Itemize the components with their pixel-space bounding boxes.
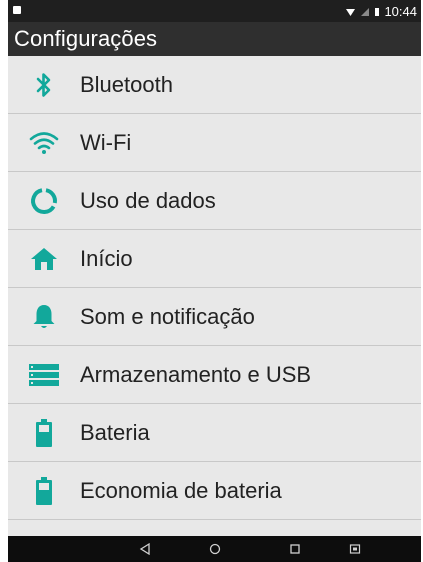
- settings-item-wifi[interactable]: Wi-Fi: [8, 114, 421, 172]
- notification-icon: [13, 6, 21, 14]
- status-time: 10:44: [384, 3, 417, 19]
- back-icon[interactable]: [138, 542, 152, 556]
- settings-item-label: Bluetooth: [80, 72, 173, 97]
- settings-list: Bluetooth Wi-Fi Uso de dados Início Som …: [8, 56, 421, 529]
- settings-item-label: Bateria: [80, 420, 150, 445]
- settings-item-label: Wi-Fi: [80, 130, 132, 155]
- battery-icon: [28, 417, 60, 449]
- screenshot-icon[interactable]: [348, 542, 362, 556]
- signal-icon: [361, 7, 370, 16]
- bell-icon: [28, 301, 60, 333]
- settings-item-home[interactable]: Início: [8, 230, 421, 288]
- settings-item-label: Armazenamento e USB: [80, 362, 312, 387]
- data-usage-icon: [28, 185, 60, 217]
- home-icon: [28, 243, 60, 275]
- settings-item-battery-saver[interactable]: Economia de bateria: [8, 462, 421, 520]
- navigation-bar: [8, 536, 421, 562]
- bluetooth-icon: [28, 69, 60, 101]
- settings-item-label: Uso de dados: [80, 188, 216, 213]
- page-title: Configurações: [14, 26, 158, 51]
- settings-item-label: Economia de bateria: [80, 478, 282, 503]
- settings-item-data-usage[interactable]: Uso de dados: [8, 172, 421, 230]
- settings-item-storage[interactable]: Armazenamento e USB: [8, 346, 421, 404]
- app-bar: Configurações: [8, 22, 421, 56]
- vpn-key-icon: [346, 8, 356, 16]
- home-nav-icon[interactable]: [208, 542, 222, 556]
- settings-item-sound[interactable]: Som e notificação: [8, 288, 421, 346]
- storage-icon: [28, 359, 60, 391]
- status-bar: 10:44: [8, 0, 421, 22]
- settings-item-bluetooth[interactable]: Bluetooth: [8, 56, 421, 114]
- battery-saver-icon: [28, 475, 60, 507]
- status-icons: 10:44: [345, 1, 417, 21]
- battery-status-icon: [375, 7, 380, 16]
- recents-icon[interactable]: [288, 542, 302, 556]
- settings-screen: 10:44 Configurações Bluetooth Wi-Fi Uso …: [8, 0, 421, 562]
- wifi-icon: [28, 127, 60, 159]
- settings-item-label: Início: [80, 246, 133, 271]
- settings-item-battery[interactable]: Bateria: [8, 404, 421, 462]
- settings-item-label: Som e notificação: [80, 304, 255, 329]
